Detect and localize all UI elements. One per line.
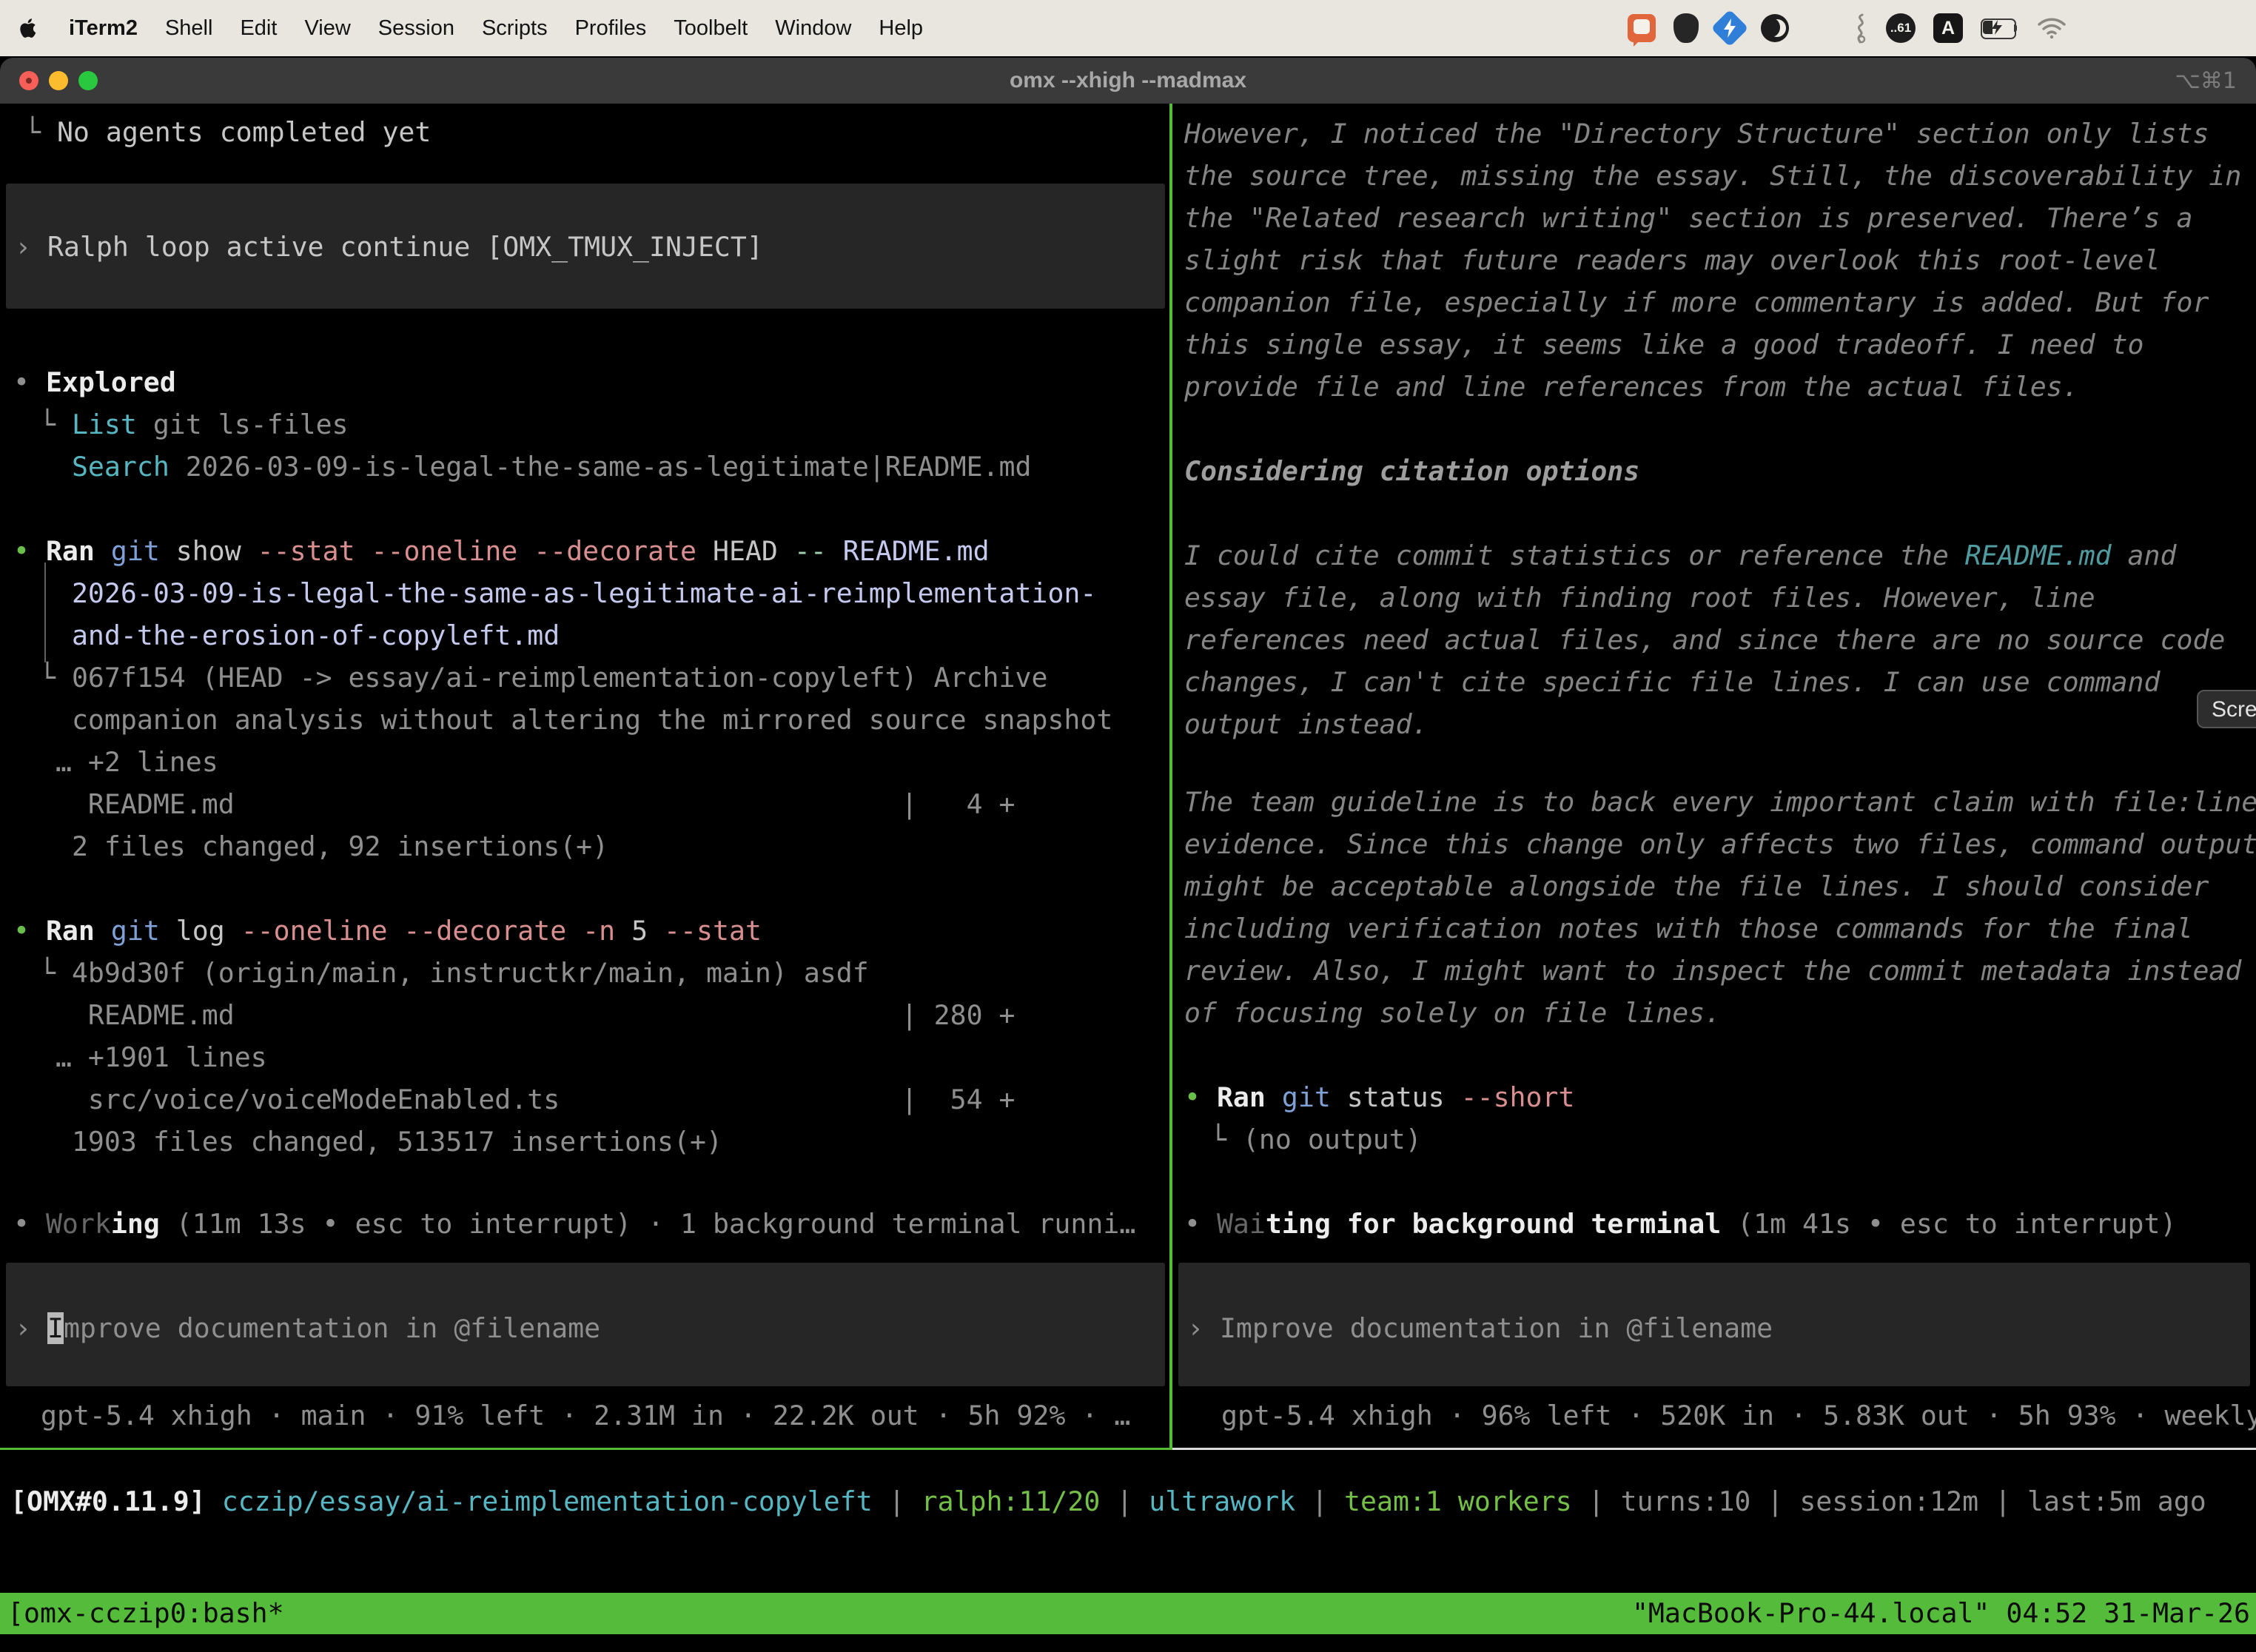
thinking-paragraph-line: review. Also, I might want to inspect th… [1184, 950, 2241, 992]
gauge-icon[interactable]: ..61 [1886, 13, 1916, 43]
ran-git-show-line: • Ran git show --stat --oneline --decora… [13, 530, 990, 572]
thinking-paragraph-line: companion file, especially if more comme… [1184, 281, 2209, 323]
thinking-paragraph-line: I could cite commit statistics or refere… [1184, 534, 2176, 577]
thinking-paragraph-line: evidence. Since this change only affects… [1184, 823, 2256, 865]
menu-item-edit[interactable]: Edit [240, 16, 277, 41]
menu-item-scripts[interactable]: Scripts [482, 16, 548, 41]
window-title: omx --xhigh --madmax [1010, 68, 1246, 93]
pane-divider-vertical[interactable] [1169, 104, 1172, 1448]
thinking-paragraph-line: provide file and line references from th… [1184, 366, 2079, 408]
right-terminal-pane: However, I noticed the "Directory Struct… [1174, 104, 2256, 1448]
screen-share-tooltip: Scre [2197, 690, 2256, 728]
bolt-hex-icon[interactable] [1711, 10, 1749, 47]
menu-item-view[interactable]: View [304, 16, 350, 41]
agents-status-line: └ No agents completed yet [24, 111, 431, 153]
window-shortcut-badge: ⌥⌘1 [2175, 68, 2237, 94]
git-log-output-line: └ 4b9d30f (origin/main, instructkr/main,… [39, 952, 869, 994]
assistant-app-icon[interactable]: A [1933, 13, 1963, 43]
shield-grid-icon[interactable] [1673, 13, 1699, 43]
thinking-paragraph-line: this single essay, it seems like a good … [1184, 323, 2144, 366]
thinking-paragraph-line: the "Related research writing" section i… [1184, 197, 2192, 239]
prompt-input-line[interactable]: › Improve documentation in @filename [1187, 1307, 1773, 1349]
wifi-icon[interactable] [2037, 17, 2067, 39]
thinking-paragraph-line: However, I noticed the "Directory Struct… [1184, 113, 2209, 155]
thinking-paragraph-line: might be acceptable alongside the file l… [1184, 865, 2209, 907]
ran-git-log-line: • Ran git log --oneline --decorate -n 5 … [13, 910, 762, 952]
git-log-output-line: src/voice/voiceModeEnabled.ts | 54 + [39, 1078, 1015, 1121]
explored-header-line: • Explored [13, 361, 176, 403]
tmux-host-clock-label: "MacBook-Pro-44.local" 04:52 31-Mar-26 [1632, 1593, 2250, 1634]
zoom-button[interactable] [78, 71, 98, 90]
git-log-output-line: 1903 files changed, 513517 insertions(+) [39, 1121, 722, 1163]
git-log-output-line: README.md | 280 + [39, 994, 1015, 1036]
ralph-loop-line: › Ralph loop active continue [OMX_TMUX_I… [15, 226, 763, 268]
git-show-output-line: companion analysis without altering the … [39, 699, 1112, 741]
git-show-arg-line: 2026-03-09-is-legal-the-same-as-legitima… [39, 572, 1096, 614]
model-status-line: gpt-5.4 xhigh · 96% left · 520K in · 5.8… [1221, 1394, 2256, 1437]
thinking-heading: Considering citation options [1184, 450, 1639, 492]
waiting-status-line: • Waiting for background terminal (1m 41… [1184, 1203, 2176, 1245]
tmux-session-label: [omx-cczip0:bash* [7, 1593, 284, 1634]
thinking-paragraph-line: slight risk that future readers may over… [1184, 239, 2161, 281]
pane-divider-horizontal-left [0, 1448, 1172, 1450]
menu-item-session[interactable]: Session [378, 16, 454, 41]
menu-items: iTerm2 Shell Edit View Session Scripts P… [19, 16, 923, 41]
dots-grid-icon[interactable] [1807, 15, 1834, 42]
thinking-paragraph-line: The team guideline is to back every impo… [1184, 781, 2256, 823]
terminal-window: omx --xhigh --madmax ⌥⌘1 └ No agents com… [0, 58, 2256, 1652]
minimize-button[interactable] [49, 71, 68, 90]
battery-icon[interactable] [1981, 19, 2019, 38]
git-show-output-line: └ 067f154 (HEAD -> essay/ai-reimplementa… [39, 657, 1047, 699]
thinking-paragraph-line: essay file, along with finding root file… [1184, 577, 2095, 619]
ran-git-status-line: • Ran git status --short [1184, 1076, 1574, 1118]
thinking-paragraph-line: the source tree, missing the essay. Stil… [1184, 155, 2241, 197]
menu-status-icons: ..61 A [1628, 13, 2067, 44]
menu-item-window[interactable]: Window [775, 16, 851, 41]
pane-divider-horizontal-right [1172, 1448, 2256, 1450]
working-status-line: • Working (11m 13s • esc to interrupt) ·… [13, 1203, 1135, 1245]
menu-item-iterm2[interactable]: iTerm2 [69, 16, 138, 41]
window-title-bar: omx --xhigh --madmax ⌥⌘1 [0, 58, 2256, 104]
explored-search-line: Search 2026-03-09-is-legal-the-same-as-l… [39, 446, 1031, 488]
chat-app-icon[interactable] [1628, 14, 1656, 42]
explored-list-line: └ List git ls-files [39, 403, 349, 446]
git-show-arg-line: and-the-erosion-of-copyleft.md [39, 614, 560, 657]
apple-logo-icon[interactable] [19, 17, 38, 39]
omx-status-line: [OMX#0.11.9] cczip/essay/ai-reimplementa… [10, 1480, 2206, 1522]
git-show-output-line: … +2 lines [39, 741, 218, 783]
thinking-paragraph-line: references need actual files, and since … [1184, 619, 2225, 661]
thinking-paragraph-line: output instead. [1184, 703, 1429, 745]
git-show-output-line: README.md | 4 + [39, 783, 1015, 825]
git-log-output-line: … +1901 lines [39, 1036, 267, 1078]
crescent-icon[interactable] [1761, 14, 1789, 42]
menu-item-toolbelt[interactable]: Toolbelt [674, 16, 748, 41]
menu-item-shell[interactable]: Shell [165, 16, 213, 41]
thinking-paragraph-line: changes, I can't cite specific file line… [1184, 661, 2161, 703]
git-status-output-line: └ (no output) [1210, 1118, 1422, 1161]
thinking-paragraph-line: including verification notes with those … [1184, 907, 2192, 950]
menu-item-help[interactable]: Help [879, 16, 923, 41]
squiggle-icon[interactable] [1852, 13, 1868, 44]
close-button[interactable] [19, 71, 38, 90]
thinking-paragraph-line: of focusing solely on file lines. [1184, 992, 1721, 1034]
prompt-input-line[interactable]: › Improve documentation in @filename [15, 1307, 600, 1349]
model-status-line: gpt-5.4 xhigh · main · 91% left · 2.31M … [41, 1394, 1130, 1437]
menu-bar: iTerm2 Shell Edit View Session Scripts P… [0, 0, 2256, 56]
git-show-output-line: 2 files changed, 92 insertions(+) [39, 825, 608, 867]
menu-item-profiles[interactable]: Profiles [575, 16, 647, 41]
tmux-status-bar: [omx-cczip0:bash* "MacBook-Pro-44.local"… [0, 1593, 2256, 1634]
left-terminal-pane: └ No agents completed yet › Ralph loop a… [0, 104, 1171, 1448]
